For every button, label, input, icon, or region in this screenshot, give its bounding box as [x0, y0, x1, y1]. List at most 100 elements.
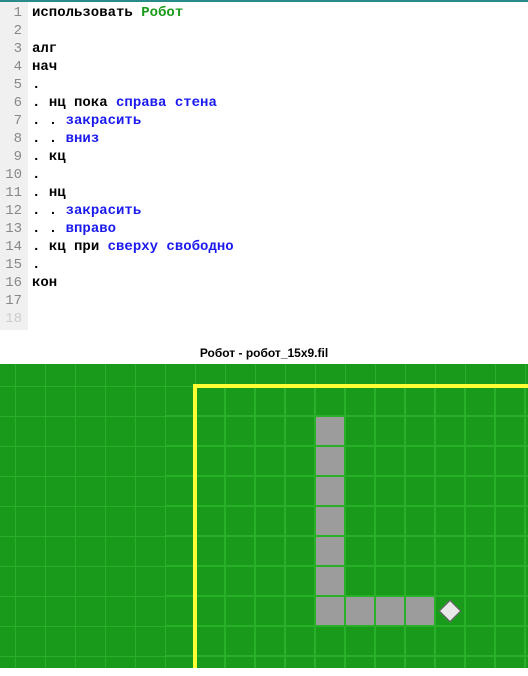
grid-cell — [195, 626, 225, 656]
line-number: 15 — [2, 256, 22, 274]
grid-cell — [435, 656, 465, 668]
code-line[interactable] — [32, 310, 234, 328]
line-number: 6 — [2, 94, 22, 112]
painted-cell — [316, 417, 344, 445]
grid-cell — [405, 566, 435, 596]
painted-cell — [316, 477, 344, 505]
token: кц при — [49, 239, 108, 255]
line-number: 11 — [2, 184, 22, 202]
grid-cell — [285, 446, 315, 476]
code-line[interactable]: . нц — [32, 184, 234, 202]
grid-cell — [435, 566, 465, 596]
code-line[interactable]: . кц при сверху свободно — [32, 238, 234, 256]
line-number: 2 — [2, 22, 22, 40]
token: закрасить — [66, 113, 142, 129]
grid-cell — [435, 536, 465, 566]
grid-cell — [465, 596, 495, 626]
grid-cell — [255, 596, 285, 626]
grid-cell — [225, 596, 255, 626]
grid-cell — [285, 566, 315, 596]
code-editor[interactable]: 123456789101112131415161718 использовать… — [0, 0, 528, 330]
grid-cell — [435, 416, 465, 446]
code-line[interactable]: . . вправо — [32, 220, 234, 238]
line-number: 9 — [2, 148, 22, 166]
grid-cell — [195, 506, 225, 536]
code-line[interactable]: нач — [32, 58, 234, 76]
grid-cell — [195, 416, 225, 446]
grid-cell — [435, 626, 465, 656]
token: . — [32, 185, 49, 201]
grid-cell — [435, 506, 465, 536]
line-number: 3 — [2, 40, 22, 58]
code-line[interactable]: . — [32, 76, 234, 94]
code-line[interactable]: кон — [32, 274, 234, 292]
code-line[interactable]: . . вниз — [32, 130, 234, 148]
code-line[interactable]: . кц — [32, 148, 234, 166]
grid-cell — [435, 386, 465, 416]
code-line[interactable]: . — [32, 256, 234, 274]
grid-cell — [225, 506, 255, 536]
token: . . — [32, 131, 66, 147]
grid-cell — [345, 386, 375, 416]
painted-cell — [316, 537, 344, 565]
grid-cell — [225, 446, 255, 476]
token: использовать — [32, 5, 141, 21]
grid-cell — [435, 446, 465, 476]
grid-cell — [255, 656, 285, 668]
grid-cell — [495, 566, 525, 596]
grid-cell — [285, 476, 315, 506]
grid-cell — [285, 506, 315, 536]
grid-cell — [495, 446, 525, 476]
token: вправо — [66, 221, 116, 237]
grid-cell — [195, 446, 225, 476]
code-line[interactable]: . . закрасить — [32, 202, 234, 220]
line-number-gutter: 123456789101112131415161718 — [0, 2, 28, 330]
grid-cell — [375, 476, 405, 506]
grid-cell — [495, 596, 525, 626]
code-line[interactable] — [32, 22, 234, 40]
token: нц — [49, 185, 66, 201]
code-line[interactable]: использовать Робот — [32, 4, 234, 22]
wall-top — [193, 384, 528, 388]
field-title: Робот - робот_15x9.fil — [0, 340, 528, 364]
line-number: 10 — [2, 166, 22, 184]
grid-cell — [495, 386, 525, 416]
line-number: 5 — [2, 76, 22, 94]
token: . — [32, 167, 40, 183]
grid-cell — [345, 566, 375, 596]
grid-cell — [465, 626, 495, 656]
token: кон — [32, 275, 57, 291]
token: . — [32, 77, 40, 93]
painted-cell — [346, 597, 374, 625]
grid-cell — [315, 386, 345, 416]
token: кц — [49, 149, 66, 165]
painted-cell — [406, 597, 434, 625]
grid-cell — [225, 626, 255, 656]
token: . . — [32, 113, 66, 129]
grid-cell — [405, 536, 435, 566]
code-line[interactable] — [32, 292, 234, 310]
grid-cell — [225, 416, 255, 446]
token: справа стена — [116, 95, 217, 111]
grid-cell — [495, 656, 525, 668]
code-line[interactable]: . . закрасить — [32, 112, 234, 130]
grid-cell — [195, 536, 225, 566]
grid-cell — [285, 596, 315, 626]
code-line[interactable]: алг — [32, 40, 234, 58]
token: нц пока — [49, 95, 116, 111]
grid-cell — [495, 416, 525, 446]
painted-cell — [316, 567, 344, 595]
grid-cell — [285, 536, 315, 566]
grid-cell — [165, 596, 195, 626]
robot-field-panel: Робот - робот_15x9.fil — [0, 340, 528, 668]
grid-cell — [255, 476, 285, 506]
line-number: 7 — [2, 112, 22, 130]
code-line[interactable]: . — [32, 166, 234, 184]
grid-cell — [405, 506, 435, 536]
token: . — [32, 95, 49, 111]
grid-cell — [345, 656, 375, 668]
code-area[interactable]: использовать Роботалгнач.. нц пока справ… — [28, 2, 238, 330]
code-line[interactable]: . нц пока справа стена — [32, 94, 234, 112]
grid-cell — [375, 506, 405, 536]
grid-cell — [345, 416, 375, 446]
